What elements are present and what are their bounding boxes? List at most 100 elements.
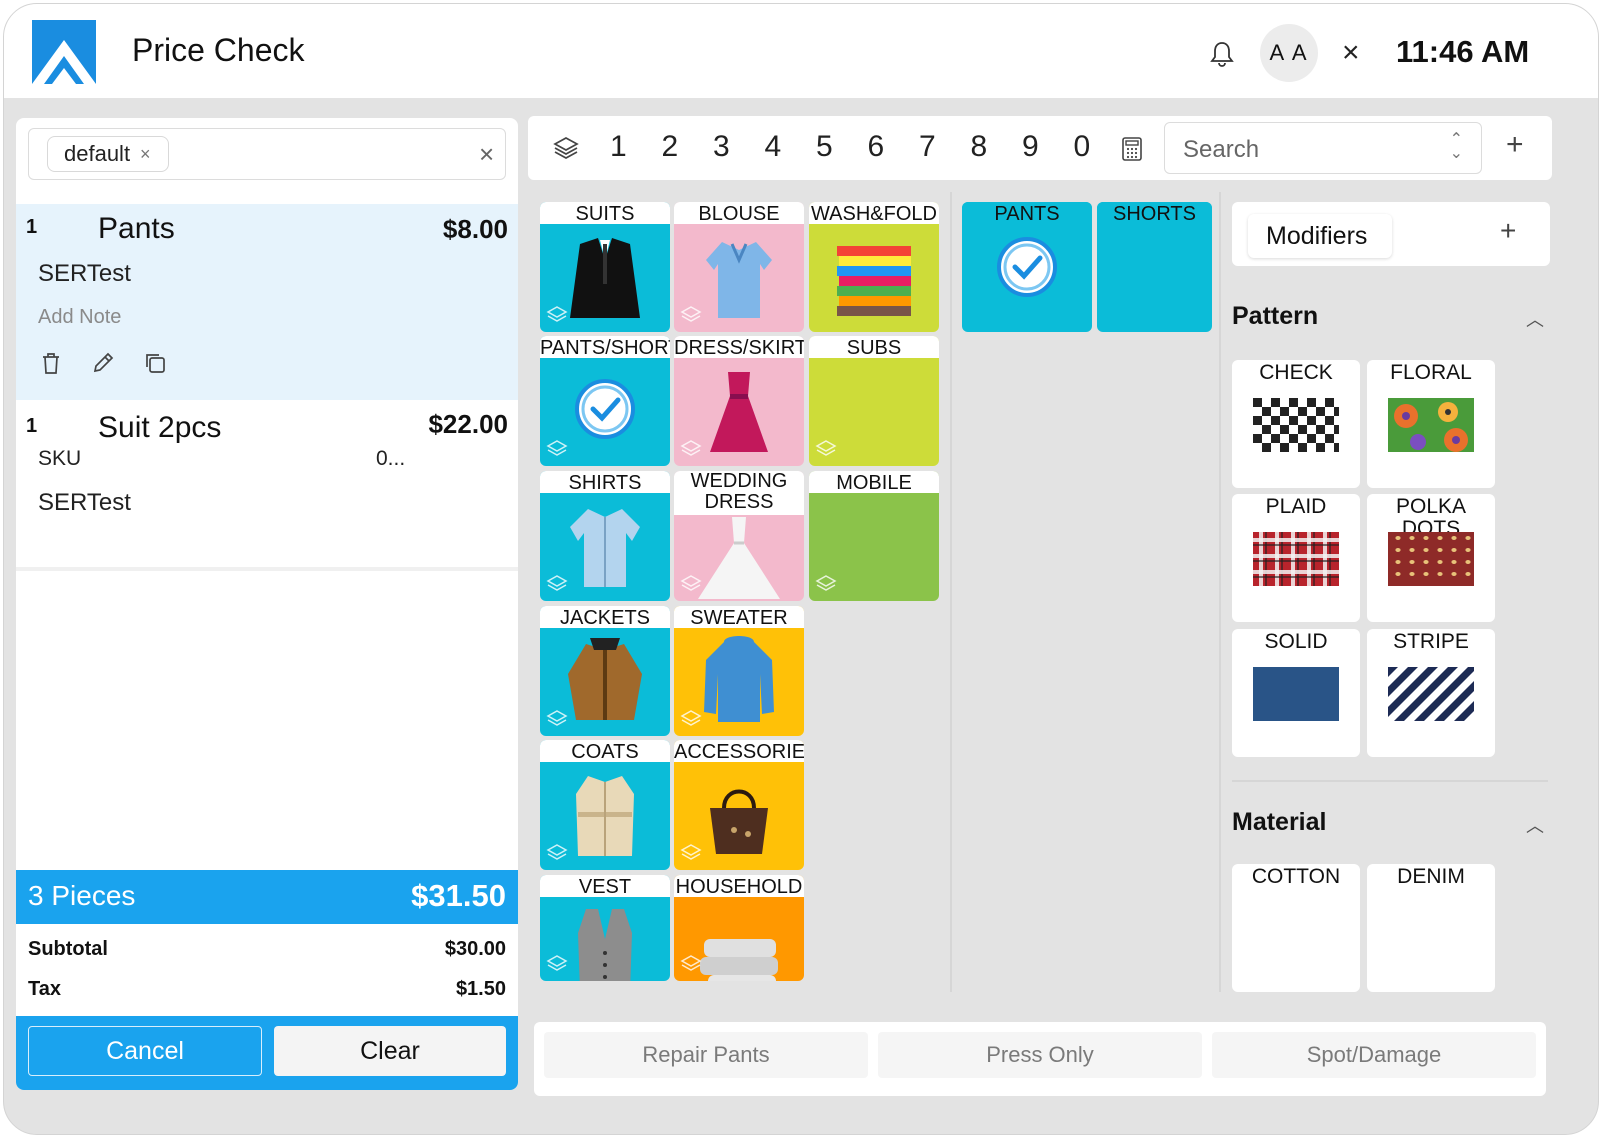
digit-button-5[interactable]: 5 <box>816 130 833 164</box>
floral-swatch <box>1388 398 1474 452</box>
clock-time: 11:46 AM <box>1396 34 1530 69</box>
chevron-up-icon[interactable]: ︿ <box>1526 812 1544 838</box>
customer-tag-bar[interactable]: default × × <box>28 128 506 180</box>
add-modifier-icon[interactable]: + <box>1500 216 1516 246</box>
category-tile-mobile[interactable]: MOBILE <box>809 471 939 601</box>
item-tile-pants[interactable]: PANTS <box>962 202 1092 332</box>
suits-image <box>560 230 650 325</box>
tag-chip[interactable]: default × <box>47 136 169 172</box>
category-tile-suits[interactable]: SUITS <box>540 202 670 332</box>
category-label: COATS <box>540 740 670 762</box>
clear-tags-icon[interactable]: × <box>479 141 494 167</box>
category-tile-wedding-dress[interactable]: WEDDING DRESS <box>674 471 804 601</box>
category-tile-wash-fold[interactable]: WASH&FOLD <box>809 202 939 332</box>
ticket-line-item[interactable]: 1 Suit 2pcs $22.00 SKU 0... SERTest <box>16 403 518 571</box>
pattern-tile-plaid[interactable]: PLAID <box>1232 494 1360 622</box>
column-divider <box>1219 192 1221 992</box>
chevron-up-icon[interactable]: ︿ <box>1526 306 1544 332</box>
tax-value: $1.50 <box>455 978 506 1000</box>
subcategory-stack-icon <box>680 953 702 975</box>
subcategory-stack-icon <box>680 304 702 326</box>
copy-icon[interactable] <box>142 350 170 378</box>
piece-count: 3 Pieces <box>28 880 136 911</box>
category-tile-coats[interactable]: COATS <box>540 740 670 870</box>
subcategory-stack-icon <box>546 573 568 595</box>
pattern-tile-check[interactable]: CHECK <box>1232 360 1360 488</box>
spot-damage-button[interactable]: Spot/Damage <box>1212 1032 1536 1078</box>
pattern-tile-polka-dots[interactable]: POLKA DOTS <box>1367 494 1495 622</box>
search-placeholder: Search <box>1183 136 1260 163</box>
material-section-title: Material <box>1232 808 1327 836</box>
coats-image <box>560 768 650 863</box>
layers-icon[interactable] <box>552 134 580 162</box>
category-tile-sweater[interactable]: SWEATER <box>674 606 804 736</box>
category-label: SUITS <box>540 202 670 224</box>
digit-button-8[interactable]: 8 <box>971 130 988 164</box>
category-label: BLOUSE <box>674 202 804 224</box>
bell-icon[interactable] <box>1209 40 1235 68</box>
remove-tag-icon[interactable]: × <box>140 137 151 171</box>
add-icon[interactable]: + <box>1506 130 1524 160</box>
stripe-swatch <box>1334 667 1558 721</box>
category-tile-shirts[interactable]: SHIRTS <box>540 471 670 601</box>
item-qty: 1 <box>26 415 38 437</box>
subcategory-stack-icon <box>815 438 837 460</box>
subcategory-stack-icon <box>815 573 837 595</box>
category-tile-blouse[interactable]: BLOUSE <box>674 202 804 332</box>
subcategory-stack-icon <box>546 304 568 326</box>
clear-button[interactable]: Clear <box>274 1026 506 1076</box>
pattern-section-title: Pattern <box>1232 302 1319 330</box>
item-label: SHORTS <box>1097 202 1212 224</box>
search-select[interactable]: Search ⌃ ⌄ <box>1164 122 1482 174</box>
user-avatar[interactable]: A A <box>1260 24 1318 82</box>
repair-pants-button[interactable]: Repair Pants <box>544 1032 868 1078</box>
subtotal-row: Subtotal $30.00 <box>16 930 518 970</box>
category-tile-accessories[interactable]: ACCESSORIES <box>674 740 804 870</box>
modifiers-tab[interactable]: Modifiers <box>1248 214 1392 258</box>
subtotal-label: Subtotal <box>28 938 108 960</box>
category-tile-jackets[interactable]: JACKETS <box>540 606 670 736</box>
tax-row: Tax $1.50 <box>16 970 518 1010</box>
blouse-image <box>694 230 784 325</box>
vest-image <box>560 903 650 981</box>
pattern-tile-stripe[interactable]: STRIPE <box>1334 629 1558 757</box>
category-tile-pants-shorts[interactable]: PANTS/SHORTS <box>540 336 670 466</box>
category-tile-subs[interactable]: SUBS <box>809 336 939 466</box>
category-label: ACCESSORIES <box>674 740 804 762</box>
pattern-tile-floral[interactable]: FLORAL <box>1367 360 1495 488</box>
subcategory-stack-icon <box>546 842 568 864</box>
digit-button-9[interactable]: 9 <box>1022 130 1039 164</box>
press-only-button[interactable]: Press Only <box>878 1032 1202 1078</box>
digit-button-0[interactable]: 0 <box>1074 130 1091 164</box>
add-note-link[interactable]: Add Note <box>38 306 121 329</box>
trash-icon[interactable] <box>38 350 66 378</box>
digit-button-3[interactable]: 3 <box>713 130 730 164</box>
digit-button-2[interactable]: 2 <box>662 130 679 164</box>
wedding-dress-image <box>694 513 784 601</box>
item-tile-shorts[interactable]: SHORTS <box>1097 202 1212 332</box>
digit-button-7[interactable]: 7 <box>919 130 936 164</box>
quantity-bar: 1 23 45 67 89 0 Search ⌃ ⌄ + <box>528 116 1552 180</box>
material-tile-cotton[interactable]: COTTON <box>1232 864 1360 992</box>
digit-button-1[interactable]: 1 <box>610 130 627 164</box>
category-label: SHIRTS <box>540 471 670 493</box>
category-label: VEST <box>540 875 670 897</box>
subcategory-stack-icon <box>546 708 568 730</box>
category-tile-vest[interactable]: VEST <box>540 875 670 981</box>
digit-button-4[interactable]: 4 <box>765 130 782 164</box>
category-tile-dress-skirt[interactable]: DRESS/SKIRT <box>674 336 804 466</box>
calculator-icon[interactable] <box>1120 136 1144 162</box>
digit-button-6[interactable]: 6 <box>868 130 885 164</box>
item-sku-label: SKU <box>38 447 82 470</box>
top-bar: Price Check A A × 11:46 AM <box>4 4 1598 98</box>
close-icon[interactable]: × <box>1342 38 1360 68</box>
cancel-button[interactable]: Cancel <box>28 1026 262 1076</box>
modifiers-header: Modifiers + <box>1232 202 1550 266</box>
pencil-icon[interactable] <box>90 350 118 378</box>
ticket-line-item[interactable]: 1 Pants $8.00 SERTest Add Note <box>16 204 518 400</box>
pattern-tile-solid[interactable]: SOLID <box>1232 629 1360 757</box>
category-tile-household[interactable]: HOUSEHOLD <box>674 875 804 981</box>
app-window: Price Check A A × 11:46 AM default × × 1… <box>3 3 1599 1135</box>
column-divider <box>950 192 952 992</box>
material-tile-denim[interactable]: DENIM <box>1367 864 1495 992</box>
